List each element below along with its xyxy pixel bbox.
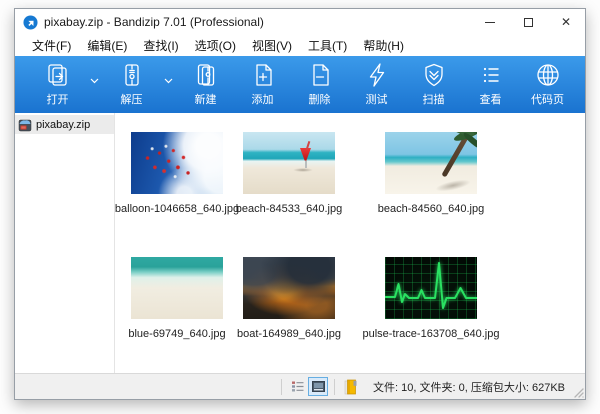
menu-view[interactable]: 视图(V) (244, 35, 300, 56)
file-tile-blue[interactable]: blue-69749_640.jpg (121, 257, 233, 340)
thumbnail-beach-cocktail-image[interactable] (243, 132, 335, 194)
thumbnail-balloon-image[interactable] (131, 132, 223, 194)
thumbnail-beach-palm-image[interactable] (385, 132, 477, 194)
bandizip-window: pixabay.zip - Bandizip 7.01 (Professiona… (14, 8, 586, 400)
menu-help[interactable]: 帮助(H) (355, 35, 412, 56)
new-archive-icon (192, 61, 220, 89)
zip-file-icon (18, 118, 32, 132)
file-name: pulse-trace-163708_640.jpg (363, 328, 500, 340)
cocktail-stem (305, 160, 307, 168)
extract-dropdown-chevron[interactable] (160, 61, 177, 101)
new-archive-button[interactable]: 新建 (177, 61, 234, 107)
minimize-button[interactable] (471, 9, 509, 35)
scan-button-label: 扫描 (423, 91, 445, 107)
file-name: beach-84533_640.jpg (236, 203, 342, 215)
open-button-label: 打开 (47, 91, 69, 107)
view-button-label: 查看 (480, 91, 502, 107)
open-dropdown-chevron[interactable] (86, 61, 103, 101)
file-grid: balloon-1046658_640.jpg beach-84533_640.… (115, 113, 585, 373)
archive-tree-sidebar: pixabay.zip (15, 113, 115, 373)
details-view-icon (291, 380, 305, 393)
file-tile-balloon[interactable]: balloon-1046658_640.jpg (121, 132, 233, 215)
new-archive-button-label: 新建 (195, 91, 217, 107)
toolbar: 打开 解压 新建 (15, 56, 585, 113)
file-tile-boat[interactable]: boat-164989_640.jpg (233, 257, 345, 340)
test-lightning-icon (363, 61, 391, 89)
open-button[interactable]: 打开 (29, 61, 86, 107)
view-list-icon (477, 61, 505, 89)
file-tile-beach-84533[interactable]: beach-84533_640.jpg (233, 132, 345, 215)
thumbnail-pulse-trace-image[interactable] (385, 257, 477, 319)
chevron-down-icon (164, 78, 173, 84)
menu-tools[interactable]: 工具(T) (300, 35, 355, 56)
status-bar: 文件: 10, 文件夹: 0, 压缩包大小: 627KB (15, 373, 585, 399)
yellow-archive-icon (344, 379, 358, 395)
menu-find[interactable]: 查找(I) (135, 35, 186, 56)
thumbnail-view-button[interactable] (308, 377, 328, 396)
menu-edit[interactable]: 编辑(E) (79, 35, 135, 56)
statusbar-separator (334, 379, 335, 395)
maximize-button[interactable] (509, 9, 547, 35)
test-button[interactable]: 测试 (348, 61, 405, 107)
chevron-down-icon (90, 78, 99, 84)
codepage-button-label: 代码页 (531, 91, 564, 107)
content-area: pixabay.zip balloon-1046658_640.jpg beac… (15, 113, 585, 373)
resize-grip[interactable] (572, 386, 584, 398)
title-bar: pixabay.zip - Bandizip 7.01 (Professiona… (15, 9, 585, 35)
statusbar-separator (281, 379, 282, 395)
scan-shield-icon (420, 61, 448, 89)
bandizip-logo-icon (23, 15, 38, 30)
file-row: balloon-1046658_640.jpg beach-84533_640.… (121, 132, 585, 215)
sidebar-item-pixabay-zip[interactable]: pixabay.zip (15, 115, 114, 134)
close-button[interactable]: ✕ (547, 9, 585, 35)
delete-button-label: 删除 (309, 91, 331, 107)
extract-icon (118, 61, 146, 89)
palm-shadow (434, 177, 471, 193)
archive-summary: 文件: 10, 文件夹: 0, 压缩包大小: 627KB (373, 379, 565, 395)
add-file-icon (249, 61, 277, 89)
archive-info-button[interactable] (341, 377, 361, 396)
extract-button[interactable]: 解压 (103, 61, 160, 107)
codepage-button[interactable]: 代码页 (519, 61, 576, 107)
delete-file-icon (306, 61, 334, 89)
test-button-label: 测试 (366, 91, 388, 107)
delete-button[interactable]: 删除 (291, 61, 348, 107)
file-tile-pulse-trace[interactable]: pulse-trace-163708_640.jpg (375, 257, 487, 340)
add-button-label: 添加 (252, 91, 274, 107)
add-button[interactable]: 添加 (234, 61, 291, 107)
ekg-line (385, 257, 477, 319)
open-archive-icon (44, 61, 72, 89)
menu-file[interactable]: 文件(F) (24, 35, 79, 56)
view-button[interactable]: 查看 (462, 61, 519, 107)
file-row: blue-69749_640.jpg boat-164989_640.jpg p… (121, 257, 585, 340)
menu-options[interactable]: 选项(O) (187, 35, 244, 56)
window-title: pixabay.zip - Bandizip 7.01 (Professiona… (44, 15, 264, 29)
thumbnail-blue-sea-image[interactable] (131, 257, 223, 319)
thumbnail-boat-sunset-image[interactable] (243, 257, 335, 319)
extract-button-label: 解压 (121, 91, 143, 107)
file-tile-beach-84560[interactable]: beach-84560_640.jpg (375, 132, 487, 215)
file-name: beach-84560_640.jpg (378, 203, 484, 215)
cocktail-glass (300, 148, 311, 161)
cocktail-shadow (293, 168, 313, 172)
menu-bar: 文件(F) 编辑(E) 查找(I) 选项(O) 视图(V) 工具(T) 帮助(H… (15, 35, 585, 56)
file-name: blue-69749_640.jpg (128, 328, 225, 340)
sidebar-item-label: pixabay.zip (36, 119, 90, 131)
thumbnail-view-icon (312, 381, 325, 392)
codepage-globe-icon (534, 61, 562, 89)
scan-button[interactable]: 扫描 (405, 61, 462, 107)
details-view-button[interactable] (288, 377, 308, 396)
file-name: balloon-1046658_640.jpg (115, 203, 239, 215)
file-name: boat-164989_640.jpg (237, 328, 341, 340)
